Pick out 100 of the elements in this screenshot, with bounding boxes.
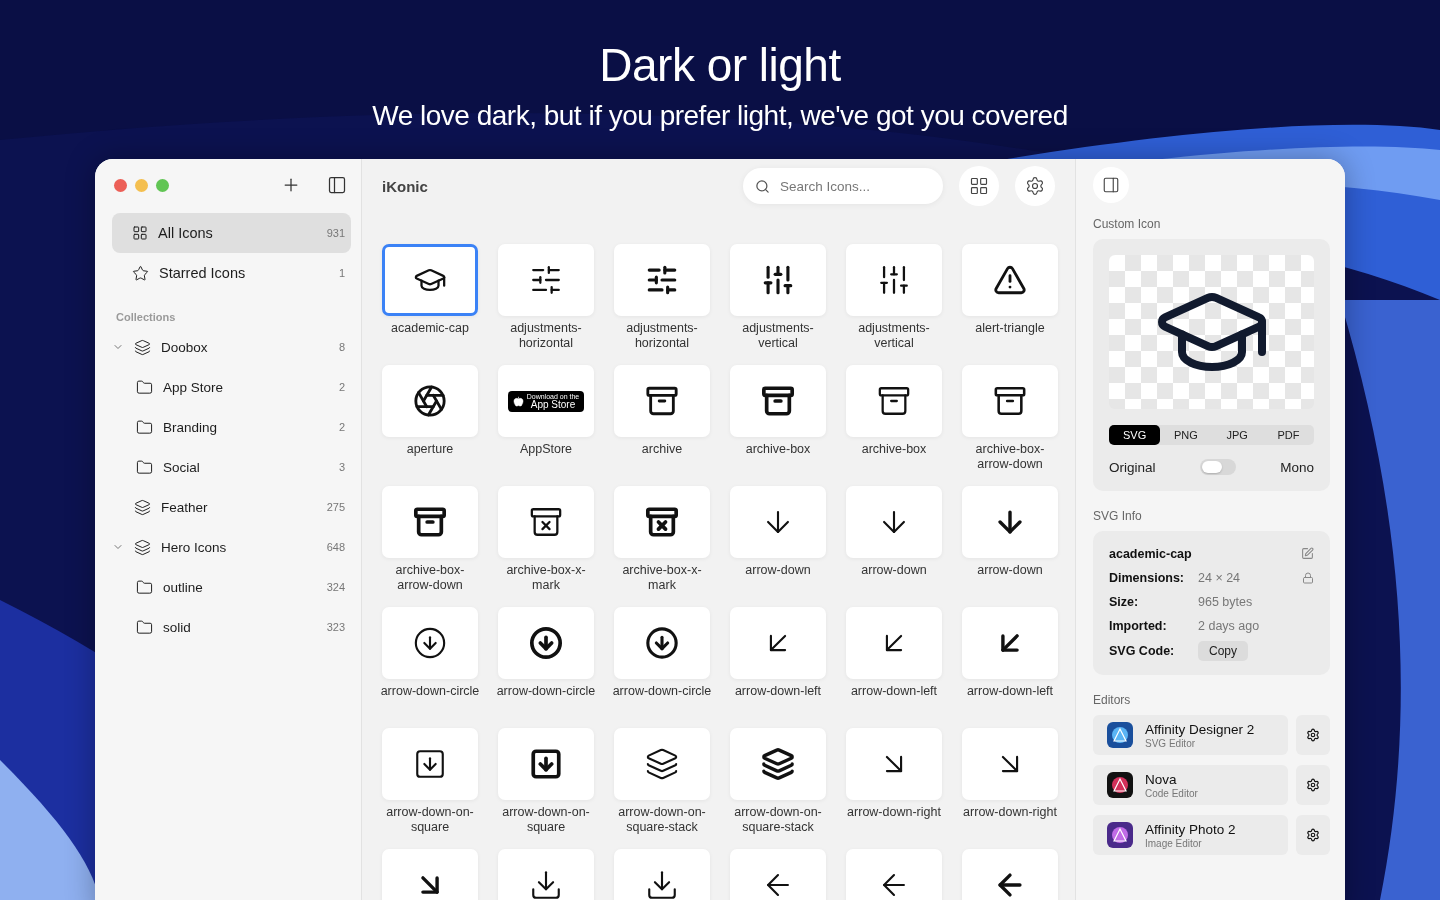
- icon-label: archive-box-arrow-down: [394, 563, 466, 593]
- icon-tile[interactable]: [498, 607, 594, 679]
- icon-tile[interactable]: [846, 365, 942, 437]
- archive-x-icon: [529, 505, 563, 539]
- editor-settings-button[interactable]: [1296, 715, 1330, 755]
- icon-tile[interactable]: [614, 365, 710, 437]
- editor-item[interactable]: Affinity Designer 2 SVG Editor: [1093, 715, 1288, 755]
- icon-tile[interactable]: [962, 728, 1058, 800]
- icon-tile[interactable]: [962, 365, 1058, 437]
- collection-name[interactable]: Branding: [163, 419, 218, 435]
- item-count: 8: [338, 341, 345, 353]
- icon-tile[interactable]: [846, 244, 942, 316]
- headline: Dark or light: [599, 38, 841, 92]
- icon-label: archive-box: [744, 442, 812, 457]
- mode-switch[interactable]: [1199, 459, 1236, 475]
- lock-icon[interactable]: [1302, 571, 1314, 584]
- format-tab[interactable]: PNG: [1160, 425, 1212, 445]
- search-input[interactable]: Search Icons...: [778, 177, 918, 195]
- toggle-label: Mono: [1280, 459, 1314, 475]
- sliders-icon: [645, 263, 679, 297]
- edit-icon[interactable]: [1301, 547, 1314, 560]
- grid-icon: [969, 176, 989, 196]
- section-title: Editors: [1093, 693, 1132, 707]
- icon-label: arrow-down-on-square-stack: [617, 805, 707, 835]
- icon-tile[interactable]: [614, 607, 710, 679]
- download-icon: [645, 868, 679, 900]
- icon-tile[interactable]: [382, 607, 478, 679]
- download-icon: [529, 868, 563, 900]
- item-count: 2: [338, 381, 345, 393]
- editor-settings-button[interactable]: [1296, 765, 1330, 805]
- icon-label: archive-box-x-mark: [505, 563, 587, 593]
- item-count: 3: [338, 461, 345, 473]
- icon-tile[interactable]: [846, 607, 942, 679]
- sidebar-item[interactable]: All Icons 931: [112, 213, 351, 253]
- warning-icon: [993, 263, 1027, 297]
- icon-tile[interactable]: [614, 849, 710, 900]
- editor-item[interactable]: Nova Code Editor: [1093, 765, 1288, 805]
- collection-name[interactable]: outline: [163, 579, 203, 595]
- icon-label: arrow-down: [976, 563, 1044, 578]
- search-field[interactable]: Search Icons...: [743, 168, 943, 204]
- format-tab[interactable]: SVG: [1109, 425, 1161, 445]
- subheadline: We love dark, but if you prefer light, we've got you covered: [372, 100, 1068, 132]
- grid-view-button[interactable]: [959, 166, 999, 206]
- icon-tile[interactable]: [614, 244, 710, 316]
- icon-tile[interactable]: [730, 849, 826, 900]
- icon-tile[interactable]: [730, 728, 826, 800]
- icon-tile[interactable]: [614, 486, 710, 558]
- icon-tile[interactable]: [382, 849, 478, 900]
- collection-name[interactable]: Hero Icons: [161, 539, 227, 555]
- icon-tile[interactable]: [382, 365, 478, 437]
- archive-icon: [413, 505, 447, 539]
- item-count: 275: [326, 501, 345, 513]
- copy-button[interactable]: Copy: [1198, 641, 1248, 661]
- icon-tile[interactable]: [846, 728, 942, 800]
- section-title: Custom Icon: [1093, 217, 1162, 231]
- icon-tile[interactable]: [730, 244, 826, 316]
- close-button[interactable]: [114, 178, 127, 192]
- info-key: Dimensions:: [1109, 570, 1198, 585]
- icon-tile[interactable]: [382, 728, 478, 800]
- icon-tile[interactable]: [498, 244, 594, 316]
- collection-name[interactable]: Social: [163, 459, 200, 475]
- icon-tile[interactable]: [962, 244, 1058, 316]
- settings-button[interactable]: [1015, 166, 1055, 206]
- arrow-down-square-icon: [413, 747, 447, 781]
- format-tab[interactable]: JPG: [1211, 425, 1263, 445]
- icon-tile[interactable]: [730, 486, 826, 558]
- icon-label: archive-box: [860, 442, 928, 457]
- icon-label: arrow-down-on-square: [501, 805, 591, 835]
- collection-name[interactable]: Doobox: [161, 339, 208, 355]
- icon-tile[interactable]: [382, 486, 478, 558]
- icon-tile[interactable]: [498, 486, 594, 558]
- collection-name[interactable]: solid: [163, 619, 191, 635]
- sidebar-item[interactable]: Starred Icons 1: [112, 253, 351, 293]
- icon-tile[interactable]: [382, 244, 478, 316]
- section-title: SVG Info: [1093, 509, 1143, 523]
- icon-label: arrow-down-left: [733, 684, 823, 699]
- collection-name[interactable]: Feather: [161, 499, 208, 515]
- icon-tile[interactable]: [730, 365, 826, 437]
- icon-label: arrow-down-circle: [496, 684, 596, 699]
- collection-name[interactable]: App Store: [163, 379, 224, 395]
- sidebar-item-label: Starred Icons: [159, 265, 246, 281]
- icon-tile[interactable]: [614, 728, 710, 800]
- collection-icon: [134, 498, 151, 516]
- item-count: 2: [338, 421, 345, 433]
- icon-tile[interactable]: [846, 849, 942, 900]
- icon-tile[interactable]: [846, 486, 942, 558]
- format-tab[interactable]: PDF: [1262, 425, 1314, 445]
- icon-tile[interactable]: [962, 486, 1058, 558]
- info-value: 2 days ago: [1198, 618, 1260, 633]
- item-count: 931: [326, 227, 345, 239]
- icon-tile[interactable]: [962, 607, 1058, 679]
- editor-settings-button[interactable]: [1296, 815, 1330, 855]
- editor-item[interactable]: Affinity Photo 2 Image Editor: [1093, 815, 1288, 855]
- panel-toggle-button[interactable]: [1093, 167, 1129, 203]
- icon-tile[interactable]: [730, 607, 826, 679]
- icon-tile[interactable]: [962, 849, 1058, 900]
- icon-tile[interactable]: [498, 849, 594, 900]
- settings-icon: [1025, 176, 1045, 196]
- app-title: iKonic: [382, 177, 429, 195]
- icon-tile[interactable]: [498, 728, 594, 800]
